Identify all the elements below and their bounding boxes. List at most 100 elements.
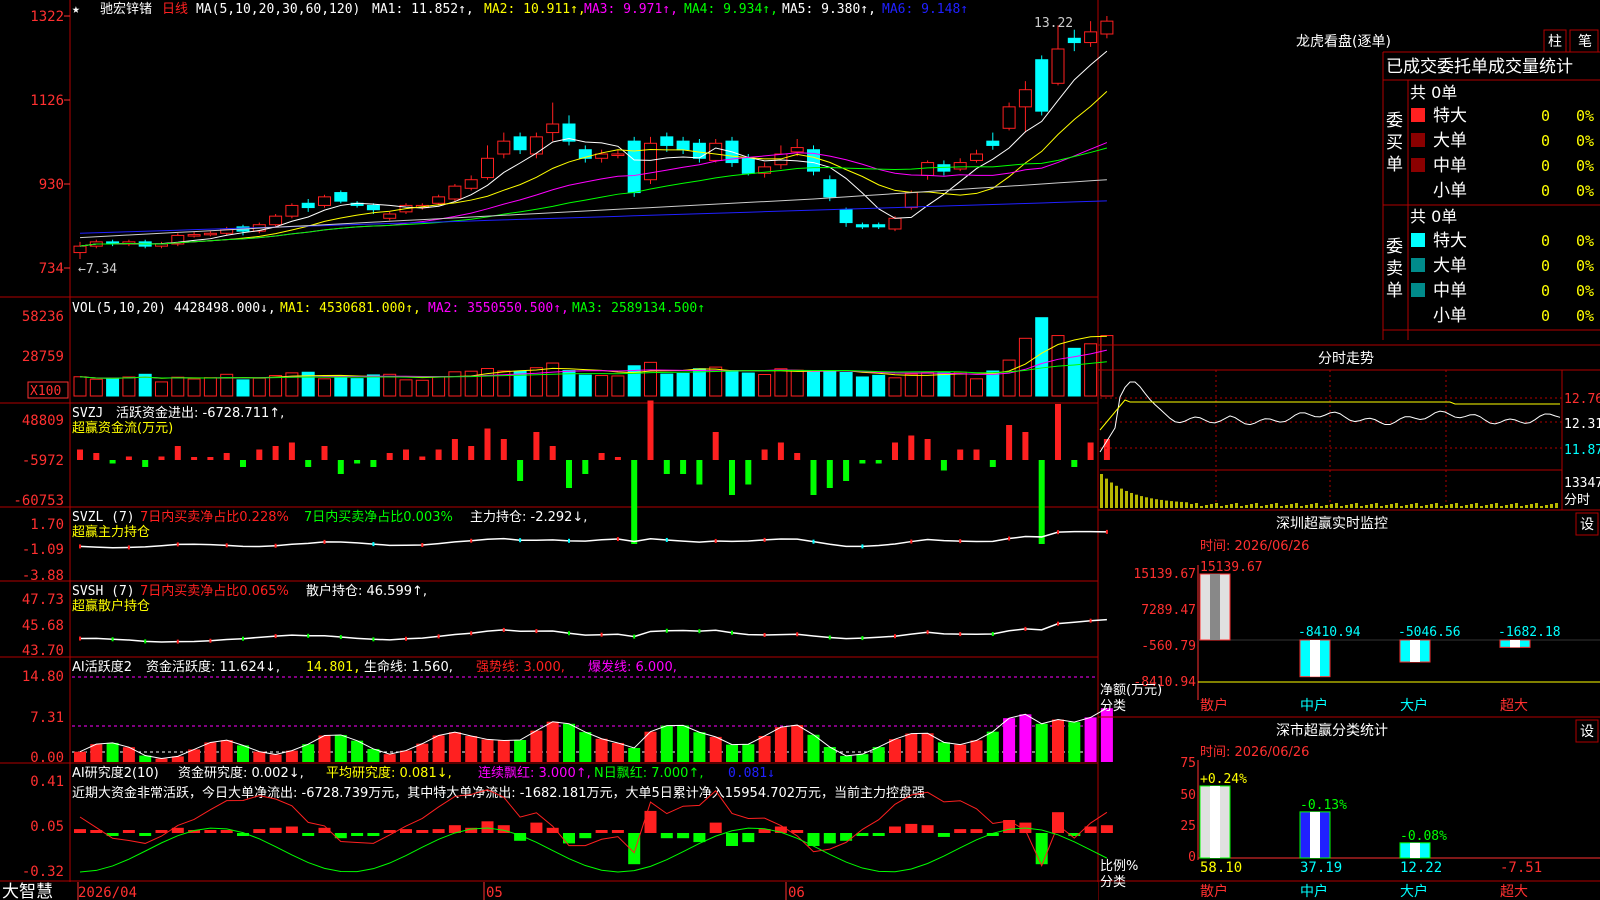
ai-research-bar — [204, 830, 217, 833]
intraday-volume-bar — [1175, 501, 1178, 508]
volume-unit: X100 — [30, 384, 61, 399]
candle-body — [741, 157, 755, 174]
date-axis: 大智慧 2026/04 05 06 — [0, 882, 1098, 900]
volume-bar — [774, 368, 788, 397]
intraday-volume-bar — [1275, 503, 1278, 508]
svg-text:11.87: 11.87 — [1564, 443, 1600, 458]
intraday-volume-bar — [1440, 506, 1443, 508]
volume-bar — [741, 372, 755, 397]
intraday-volume-bar — [1165, 500, 1168, 508]
ai-research-bar — [921, 825, 934, 833]
ai-research-bar — [220, 830, 233, 833]
category-label: 散户 — [1200, 883, 1228, 900]
svzj-bar — [354, 460, 361, 464]
intraday-volume-bar — [1465, 505, 1468, 508]
intraday-title: 分时走势 — [1318, 351, 1374, 367]
candle-body — [73, 245, 87, 254]
svzl-mark — [323, 539, 326, 544]
svsh-mark — [307, 633, 310, 638]
legend-swatch — [1411, 133, 1425, 147]
volume-bar — [807, 370, 820, 397]
intraday-volume-bar — [1395, 503, 1398, 508]
ma2-value: MA2: 10.911↑, — [484, 2, 586, 17]
candle-body — [513, 136, 527, 151]
volume-bar — [203, 377, 217, 397]
order-size-label: 中单 — [1433, 156, 1467, 176]
svg-text:平均研究度: 0.081↓,: 平均研究度: 0.081↓, — [326, 765, 452, 781]
ai-activity-bar — [334, 734, 347, 762]
svg-text:12.31: 12.31 — [1564, 417, 1600, 432]
candle-body — [497, 140, 511, 155]
volume-bar — [155, 381, 168, 397]
svg-text:14.80: 14.80 — [22, 669, 64, 685]
legend-swatch — [1411, 258, 1425, 272]
svg-text:笔: 笔 — [1578, 34, 1592, 50]
svzj-sub: 超赢资金流(万元) — [72, 420, 173, 436]
ratio-bar-highlight — [1410, 842, 1420, 858]
sell-total: 共 0单 — [1410, 207, 1457, 226]
intraday-volume-bar — [1535, 503, 1538, 508]
svzj-bar — [321, 446, 328, 460]
svg-text:-1.09: -1.09 — [22, 542, 64, 558]
ai-research-bar — [253, 829, 266, 833]
svzj-bar — [1006, 425, 1013, 460]
svzj-bar — [93, 453, 100, 460]
svsh-mark — [79, 636, 81, 641]
ai-activity-bar — [840, 755, 853, 762]
vol-tick: 28759 — [22, 349, 64, 365]
intraday-volume-bar — [1110, 482, 1113, 508]
candle-body — [627, 140, 641, 194]
intraday-volume-bar — [1200, 506, 1203, 508]
svzl-mark — [910, 539, 913, 544]
classify-time: 时间: 2026/06/26 — [1200, 745, 1309, 760]
svg-text:SVSH (7): SVSH (7) — [72, 584, 135, 599]
svg-text:0.081↓: 0.081↓ — [728, 766, 775, 781]
ai-research-bar — [954, 829, 967, 833]
vol-ma2: MA2: 3550550.500↑, — [428, 301, 569, 316]
candle-body — [285, 204, 299, 217]
intraday-volume-bar — [1265, 505, 1268, 508]
order-pct: 0% — [1576, 257, 1594, 275]
volume-bar — [872, 374, 886, 397]
svzj-name: SVZJ — [72, 406, 103, 421]
svg-text:主力持仓: -2.292↓,: 主力持仓: -2.292↓, — [470, 510, 587, 525]
ai-research-bar — [285, 826, 298, 833]
order-size-label: 中单 — [1433, 281, 1467, 301]
dragon-title: 龙虎看盘(逐单) — [1296, 33, 1391, 50]
candle-body — [692, 142, 706, 159]
intraday-volume-bar — [1410, 504, 1413, 508]
intraday-volume-bar — [1230, 504, 1233, 508]
volume-bar — [953, 371, 967, 397]
vol-name: VOL(5,10,20) — [72, 301, 166, 316]
svzj-bar — [1103, 439, 1110, 460]
intraday-volume-bar — [1245, 505, 1248, 508]
svzl-mark — [1105, 529, 1108, 534]
intraday-volume-bar — [1170, 501, 1173, 508]
candle-body — [334, 192, 348, 202]
ai-activity-bar — [285, 750, 298, 762]
svzj-bar — [517, 460, 524, 481]
svg-text:单: 单 — [1386, 281, 1403, 301]
candle-body — [432, 196, 446, 204]
svzl-mark — [519, 538, 522, 543]
category-label: 中户 — [1300, 883, 1328, 900]
svzj-bar — [777, 442, 784, 460]
ai-research-bar — [889, 826, 901, 833]
svsh-mark — [1024, 626, 1027, 631]
svg-text:13347: 13347 — [1564, 476, 1600, 491]
order-pct: 0% — [1576, 182, 1594, 200]
ai-activity-bar — [693, 732, 706, 762]
category-label: 超大 — [1500, 884, 1528, 900]
monitor-time: 时间: 2026/06/26 — [1200, 539, 1309, 554]
svsh-mark — [209, 638, 212, 643]
svg-text:7289.47: 7289.47 — [1141, 603, 1196, 618]
intraday-volume-bar — [1220, 506, 1223, 508]
svzl-mark — [665, 537, 668, 542]
svsh-mark — [535, 629, 538, 634]
intraday-volume-bar — [1130, 492, 1133, 508]
ai-research-bar — [611, 830, 624, 833]
svzj-bar — [1038, 460, 1045, 544]
svzj-bar — [712, 432, 719, 460]
date-may: 05 — [486, 885, 503, 900]
svzj-bar — [663, 460, 670, 474]
